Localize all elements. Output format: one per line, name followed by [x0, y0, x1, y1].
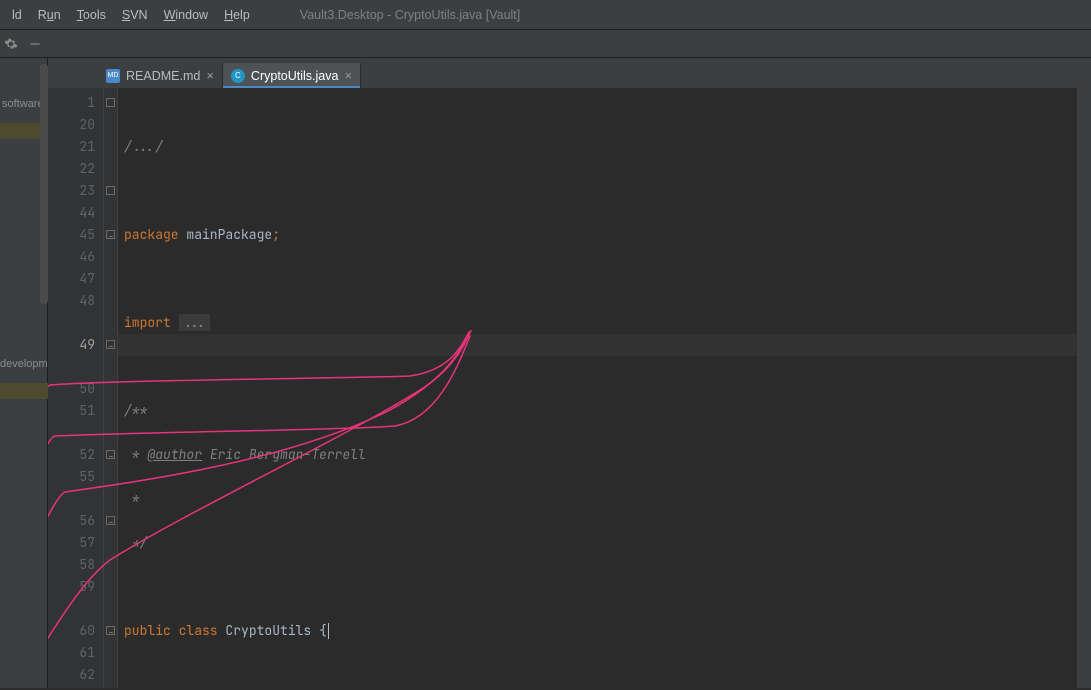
code-editor[interactable]: 1 20 21 22 23 44 45 46 47 48 49 50 51 52… [48, 88, 1091, 688]
hide-icon[interactable] [28, 37, 42, 51]
tab-readme[interactable]: MD README.md × [98, 63, 223, 88]
menu-build[interactable]: ld [6, 6, 28, 24]
sidebar-text-top: software [2, 98, 44, 110]
markdown-icon: MD [106, 69, 120, 83]
tool-window-sidebar[interactable]: software developm [0, 58, 48, 688]
menu-svn[interactable]: SVN [116, 6, 154, 24]
menu-help[interactable]: Help [218, 6, 256, 24]
menubar: ld Run Tools SVN Window Help Vault3.Desk… [0, 0, 1091, 30]
window-title: Vault3.Desktop - CryptoUtils.java [Vault… [300, 8, 520, 22]
editor-tabs: MD README.md × C CryptoUtils.java × [48, 58, 1091, 88]
tab-cryptoutils[interactable]: C CryptoUtils.java × [223, 63, 361, 88]
text-caret [328, 623, 329, 639]
fold-toggle-icon[interactable] [106, 186, 115, 195]
fold-toggle-icon[interactable] [106, 450, 115, 459]
menu-window[interactable]: Window [158, 6, 214, 24]
java-class-icon: C [231, 69, 245, 83]
sidebar-text-mid: developm [0, 358, 48, 370]
fold-toggle-icon[interactable] [106, 230, 115, 239]
menu-run[interactable]: Run [32, 6, 67, 24]
tab-label: CryptoUtils.java [251, 69, 339, 83]
fold-toggle-icon[interactable] [106, 340, 115, 349]
fold-toggle-icon[interactable] [106, 626, 115, 635]
sidebar-scrollbar[interactable] [40, 64, 48, 304]
close-icon[interactable]: × [206, 68, 214, 83]
code-area[interactable]: /.../ package mainPackage; import ... /*… [118, 88, 1077, 688]
gear-icon[interactable] [4, 37, 18, 51]
fold-toggle-icon[interactable] [106, 516, 115, 525]
close-icon[interactable]: × [344, 68, 352, 83]
tool-window-header [0, 30, 1091, 58]
line-number-gutter[interactable]: 1 20 21 22 23 44 45 46 47 48 49 50 51 52… [48, 88, 104, 688]
menu-tools[interactable]: Tools [71, 6, 112, 24]
editor-scrollbar[interactable] [1077, 88, 1091, 688]
fold-gutter[interactable] [104, 88, 118, 688]
fold-toggle-icon[interactable] [106, 98, 115, 107]
tab-label: README.md [126, 69, 200, 83]
